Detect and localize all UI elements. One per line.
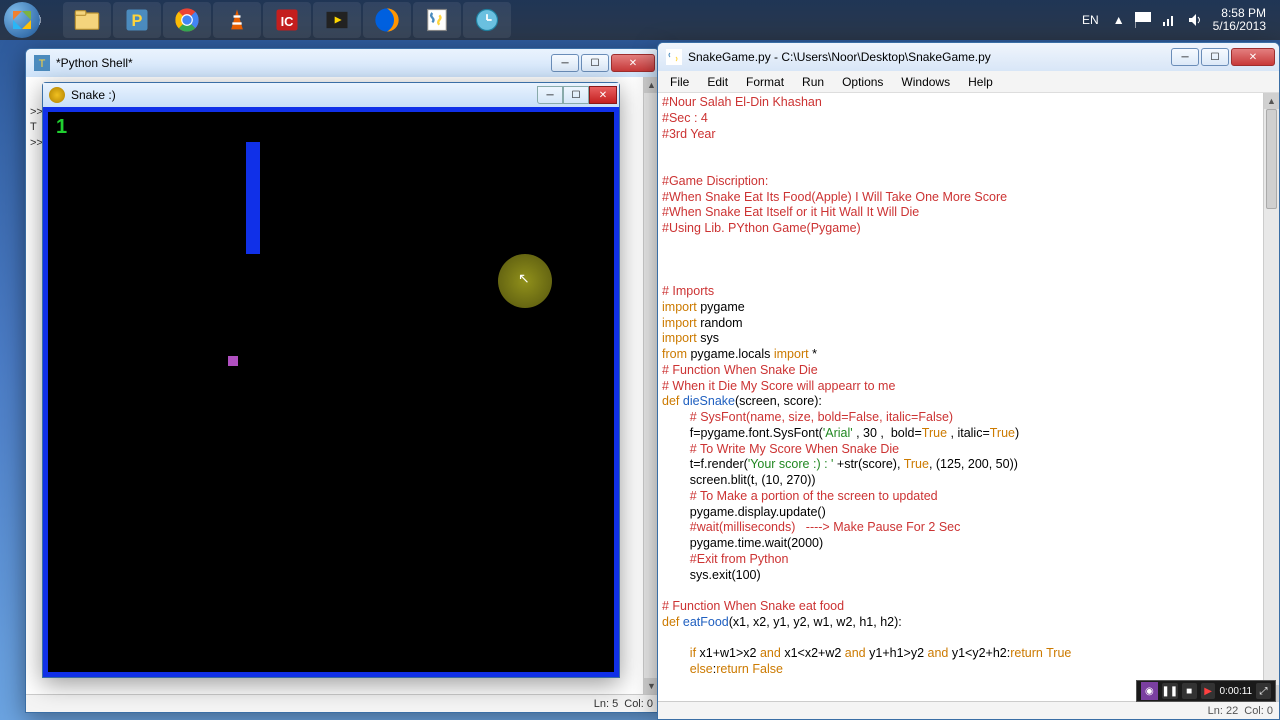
svg-text:IC: IC [281,14,294,29]
scroll-up-icon[interactable]: ▲ [1264,93,1279,109]
shell-statusbar: Ln: 5 Col: 0 [26,694,659,712]
taskbar-firefox[interactable] [363,2,411,38]
taskbar-clock-app[interactable] [463,2,511,38]
clock[interactable]: 8:58 PM 5/16/2013 [1213,7,1266,33]
shell-titlebar[interactable]: T *Python Shell* ─ ☐ ✕ [26,49,659,77]
start-button[interactable] [4,2,58,38]
svg-text:T: T [39,58,46,70]
snake-body [246,142,260,254]
shell-title: *Python Shell* [56,56,551,70]
editor-status-col: Col: 0 [1244,705,1273,717]
menu-help[interactable]: Help [960,73,1001,91]
taskbar-idm[interactable]: IC [263,2,311,38]
game-score: 1 [56,116,67,139]
taskbar-vlc[interactable] [213,2,261,38]
game-minimize-button[interactable]: ─ [537,86,563,104]
taskbar-mediaplayer[interactable] [313,2,361,38]
idle-editor-window: SnakeGame.py - C:\Users\Noor\Desktop\Sna… [657,42,1280,720]
menu-format[interactable]: Format [738,73,792,91]
language-indicator[interactable]: EN [1078,11,1103,29]
editor-scrollbar[interactable]: ▲ ▼ [1263,93,1279,701]
snake-icon [49,87,65,103]
game-title: Snake :) [71,88,116,102]
game-close-button[interactable]: ✕ [589,86,617,104]
menu-options[interactable]: Options [834,73,891,91]
taskbar-idle[interactable] [413,2,461,38]
taskbar: P IC EN ▲ 8:58 PM 5/16/2013 [0,0,1280,40]
menu-run[interactable]: Run [794,73,832,91]
recorder-stop-button[interactable]: ■ [1182,683,1197,699]
shell-minimize-button[interactable]: ─ [551,54,579,72]
editor-menubar: File Edit Format Run Options Windows Hel… [658,71,1279,93]
screen-recorder-bar[interactable]: ◉ ❚❚ ■ ▶ 0:00:11 ⤢ [1136,680,1276,702]
snake-game-window: Snake :) ─ ☐ ✕ 1 ↖ [42,82,620,678]
editor-statusbar: Ln: 22 Col: 0 [658,701,1279,719]
menu-file[interactable]: File [662,73,697,91]
shell-maximize-button[interactable]: ☐ [581,54,609,72]
recorder-time: 0:00:11 [1219,686,1252,697]
taskbar-explorer[interactable] [63,2,111,38]
recorder-expand-button[interactable]: ⤢ [1256,683,1271,699]
game-canvas[interactable]: 1 ↖ [43,107,619,677]
snake-food [228,356,238,366]
editor-close-button[interactable]: ✕ [1231,48,1275,66]
python-file-icon [666,49,682,65]
system-tray: EN ▲ 8:58 PM 5/16/2013 [1078,7,1276,33]
game-maximize-button[interactable]: ☐ [563,86,589,104]
menu-windows[interactable]: Windows [893,73,958,91]
recorder-logo-icon: ◉ [1141,682,1158,700]
menu-edit[interactable]: Edit [699,73,736,91]
python-icon: T [34,55,50,71]
editor-title: SnakeGame.py - C:\Users\Noor\Desktop\Sna… [688,50,1171,64]
cursor-icon: ↖ [518,270,530,287]
clock-date: 5/16/2013 [1213,20,1266,33]
shell-status-ln: Ln: 5 [594,698,618,710]
scroll-thumb[interactable] [1266,109,1277,209]
editor-maximize-button[interactable]: ☐ [1201,48,1229,66]
taskbar-chrome[interactable] [163,2,211,38]
shell-close-button[interactable]: ✕ [611,54,655,72]
network-icon[interactable] [1161,12,1177,28]
recorder-play-button[interactable]: ▶ [1201,683,1216,699]
tray-separator-icon: ▲ [1113,13,1125,27]
shell-status-col: Col: 0 [624,698,653,710]
flag-icon[interactable] [1135,12,1151,28]
editor-titlebar[interactable]: SnakeGame.py - C:\Users\Noor\Desktop\Sna… [658,43,1279,71]
volume-icon[interactable] [1187,12,1203,28]
svg-text:P: P [132,12,143,30]
editor-status-ln: Ln: 22 [1208,705,1239,717]
game-titlebar[interactable]: Snake :) ─ ☐ ✕ [43,83,619,107]
recorder-pause-button[interactable]: ❚❚ [1162,683,1178,699]
taskbar-python-ide[interactable]: P [113,2,161,38]
editor-code-area[interactable]: #Nour Salah El-Din Khashan #Sec : 4 #3rd… [658,93,1279,701]
editor-minimize-button[interactable]: ─ [1171,48,1199,66]
